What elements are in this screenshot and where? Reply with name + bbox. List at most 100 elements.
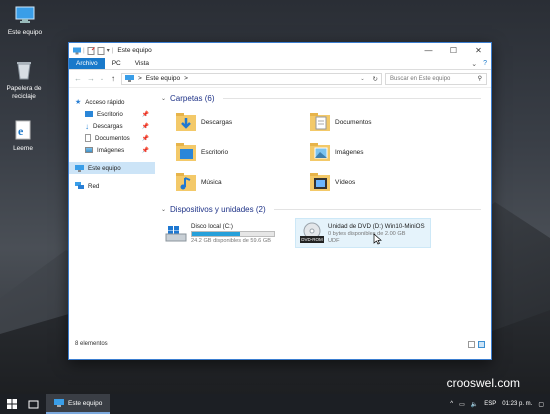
computer-icon — [54, 399, 64, 407]
nav-label: Documentos — [95, 134, 130, 142]
title-bar[interactable]: | ▾ | Este equipo — ☐ ✕ — [69, 43, 491, 58]
desktop-icon-label: Leeme — [13, 145, 33, 152]
tab-pc[interactable]: PC — [105, 58, 128, 69]
clock[interactable]: 01:23 p. m. — [502, 401, 532, 407]
breadcrumb-separator[interactable]: > — [138, 75, 142, 82]
ie-document-icon: e — [0, 120, 50, 143]
drives-list: Disco local (C:) 24.2 GB disponibles de … — [161, 218, 481, 248]
ribbon-tabs: Archivo PC Vista ⌄ ? — [69, 58, 491, 70]
pin-icon: 📌 — [141, 123, 149, 130]
volume-icon[interactable]: 🔈 — [471, 401, 478, 408]
nav-item-descargas[interactable]: ↓ Descargas 📌 — [69, 120, 155, 132]
customize-toolbar-icon[interactable]: ▾ — [107, 47, 110, 54]
drive-c[interactable]: Disco local (C:) 24.2 GB disponibles de … — [161, 218, 289, 248]
address-bar[interactable]: > Este equipo > ⌄ ↻ — [121, 72, 382, 85]
nav-item-documentos[interactable]: Documentos 📌 — [69, 132, 155, 144]
address-dropdown-icon[interactable]: ⌄ — [360, 76, 364, 82]
desktop-icon-label: Este equipo — [7, 29, 43, 36]
search-input[interactable]: Buscar en Este equipo ⚲ — [385, 72, 487, 85]
folder-documentos[interactable]: Documentos — [309, 107, 443, 137]
computer-icon — [125, 75, 134, 82]
music-folder-icon — [176, 173, 196, 191]
hard-drive-icon — [165, 226, 187, 242]
folder-musica[interactable]: Música — [175, 167, 309, 197]
notification-icon[interactable]: ▢ — [538, 401, 544, 408]
collapse-icon[interactable]: ⌄ — [161, 95, 166, 102]
details-view-button[interactable] — [468, 340, 475, 348]
star-icon: ★ — [75, 99, 82, 106]
folder-label: Imágenes — [335, 148, 364, 156]
taskbar-app-este-equipo[interactable]: Este equipo — [46, 394, 111, 414]
nav-item-escritorio[interactable]: Escritorio 📌 — [69, 108, 155, 120]
item-count: 8 elementos — [75, 341, 108, 347]
computer-icon — [1, 6, 49, 27]
minimize-button[interactable]: — — [416, 43, 441, 58]
pin-icon: 📌 — [141, 111, 149, 118]
folder-videos[interactable]: Vídeos — [309, 167, 443, 197]
up-button[interactable]: ↑ — [108, 74, 118, 83]
help-icon[interactable]: ? — [483, 60, 487, 67]
collapse-icon[interactable]: ⌄ — [161, 206, 166, 213]
recent-locations-icon[interactable]: ⌄ — [99, 76, 105, 82]
search-placeholder: Buscar en Este equipo — [390, 75, 451, 82]
folder-imagenes[interactable]: Imágenes — [309, 137, 443, 167]
folder-label: Documentos — [335, 118, 372, 126]
computer-icon — [75, 164, 84, 172]
desktop-icon-leeme[interactable]: e Leeme — [0, 120, 50, 153]
breadcrumb-separator[interactable]: > — [184, 75, 188, 82]
folders-grid: Descargas Documentos Escritorio Imágenes… — [175, 107, 481, 197]
start-button[interactable] — [0, 394, 24, 414]
nav-label: Imágenes — [97, 146, 125, 154]
breadcrumb[interactable]: Este equipo — [146, 75, 180, 82]
refresh-icon[interactable]: ↻ — [373, 75, 378, 83]
folders-group-header[interactable]: ⌄ Carpetas (6) — [161, 92, 481, 104]
nav-label: Descargas — [93, 122, 123, 130]
search-icon: ⚲ — [477, 76, 482, 82]
folder-label: Escritorio — [201, 148, 229, 156]
show-hidden-icons[interactable]: ^ — [450, 401, 453, 407]
desktop-icon-este-equipo[interactable]: Este equipo — [1, 6, 49, 37]
computer-icon — [73, 47, 81, 54]
new-folder-icon[interactable] — [97, 46, 105, 55]
recycle-bin-icon — [0, 60, 54, 83]
system-tray: ^ ▭ 🔈 ESP 01:23 p. m. ▢ — [450, 401, 550, 408]
watermark: crooswel.com — [446, 376, 520, 390]
devices-group-header[interactable]: ⌄ Dispositivos y unidades (2) — [161, 203, 481, 215]
task-view-icon — [28, 400, 38, 408]
drive-name: Disco local (C:) — [191, 222, 233, 230]
drive-usage-bar — [191, 230, 275, 237]
expand-ribbon-icon[interactable]: ⌄ — [471, 60, 477, 68]
content-pane: ⌄ Carpetas (6) Descargas Documentos Escr… — [155, 88, 491, 337]
folder-escritorio[interactable]: Escritorio — [175, 137, 309, 167]
folder-descargas[interactable]: Descargas — [175, 107, 309, 137]
download-folder-icon — [176, 113, 196, 131]
nav-item-este-equipo[interactable]: Este equipo — [69, 162, 155, 174]
nav-item-imagenes[interactable]: Imágenes 📌 — [69, 144, 155, 156]
tab-archivo[interactable]: Archivo — [69, 58, 105, 69]
group-title: Carpetas (6) — [170, 93, 215, 103]
maximize-button[interactable]: ☐ — [441, 43, 466, 58]
task-view-button[interactable] — [24, 400, 42, 409]
nav-label: Red — [88, 182, 100, 190]
navigation-pane: ★ Acceso rápido Escritorio 📌 ↓ Descargas… — [69, 88, 155, 337]
close-button[interactable]: ✕ — [466, 43, 491, 58]
desktop-icon-papelera[interactable]: Papelera de reciclaje — [0, 60, 54, 101]
forward-button[interactable]: → — [86, 74, 96, 83]
drive-space: 24.2 GB disponibles de 59.6 GB — [191, 237, 271, 244]
language-indicator[interactable]: ESP — [484, 401, 496, 407]
pictures-icon — [85, 147, 93, 153]
windows-logo-icon — [7, 399, 17, 409]
properties-icon[interactable] — [87, 46, 95, 55]
large-icons-view-button[interactable] — [478, 340, 485, 348]
explorer-window: | ▾ | Este equipo — ☐ ✕ Archivo PC Vista… — [68, 42, 492, 360]
pictures-folder-icon — [310, 143, 330, 161]
nav-quick-access[interactable]: ★ Acceso rápido — [69, 96, 155, 108]
drive-d[interactable]: DVD-ROM Unidad de DVD (D:) Win10-MiniOS … — [295, 218, 431, 248]
pin-icon: 📌 — [141, 135, 149, 142]
taskbar: Este equipo ^ ▭ 🔈 ESP 01:23 p. m. ▢ — [0, 394, 550, 414]
tab-vista[interactable]: Vista — [128, 58, 156, 69]
nav-item-red[interactable]: Red — [69, 180, 155, 192]
desktop-folder-icon — [85, 111, 93, 117]
back-button[interactable]: ← — [73, 74, 83, 83]
network-icon[interactable]: ▭ — [459, 401, 465, 408]
